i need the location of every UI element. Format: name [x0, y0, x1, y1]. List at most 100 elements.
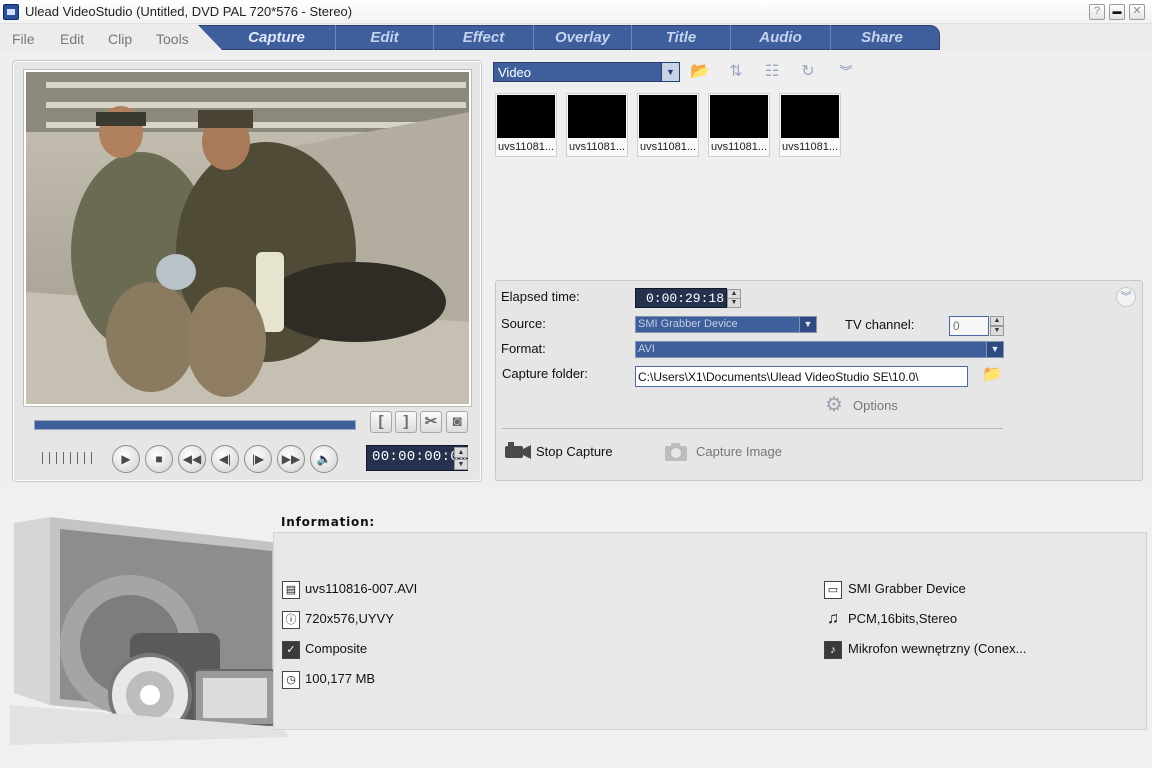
- play-icon: ▶: [121, 452, 131, 466]
- next-frame-button[interactable]: |▶: [244, 445, 272, 473]
- timecode-down[interactable]: ▼: [454, 459, 468, 470]
- capture-folder-label: Capture folder:: [502, 366, 588, 381]
- library-clip[interactable]: uvs11081...: [495, 93, 557, 157]
- timecode-up[interactable]: ▲: [454, 447, 468, 458]
- expand-icon[interactable]: ︾: [834, 61, 858, 83]
- library-manager-icon[interactable]: ☷: [760, 61, 784, 83]
- cut-button[interactable]: ✂: [420, 411, 442, 433]
- timecode-display[interactable]: 00:00:00:00: [366, 445, 468, 471]
- information-panel: [273, 532, 1147, 730]
- folder-browse-icon[interactable]: 📁: [980, 364, 1004, 386]
- library-clip[interactable]: uvs11081...: [708, 93, 770, 157]
- options-button[interactable]: Options: [853, 398, 898, 413]
- library-clip[interactable]: uvs11081...: [566, 93, 628, 157]
- volume-button[interactable]: 🔈: [310, 445, 338, 473]
- capture-image-button[interactable]: Capture Image: [696, 444, 782, 459]
- minimize-button[interactable]: ▬: [1109, 4, 1125, 20]
- tv-channel-value: 0: [953, 319, 960, 333]
- clip-label: uvs11081...: [497, 141, 555, 153]
- source-label: Source:: [501, 316, 546, 331]
- step-forward-icon: |▶: [251, 452, 265, 466]
- video-preview: [23, 69, 472, 407]
- fast-forward-icon: ▶▶: [281, 452, 301, 466]
- jog-wheel[interactable]: [42, 452, 96, 464]
- tab-overlay[interactable]: Overlay: [534, 25, 632, 50]
- tv-channel-label: TV channel:: [845, 317, 915, 332]
- end-button[interactable]: ▶▶: [277, 445, 305, 473]
- video-format: 720x576,UYVY: [305, 611, 394, 626]
- source-value: SMI Grabber Device: [638, 318, 738, 330]
- chevron-down-icon[interactable]: ▼: [986, 341, 1004, 358]
- step-back-icon: ◀|: [218, 452, 232, 466]
- clip-thumbnail: [710, 95, 768, 138]
- clip-thumbnail: [568, 95, 626, 138]
- mark-in-button[interactable]: [: [370, 411, 392, 433]
- format-dropdown[interactable]: AVI: [635, 341, 987, 358]
- rewind-icon: ◀◀: [182, 452, 202, 466]
- chevron-down-icon: ▼: [661, 63, 679, 81]
- collapse-icon[interactable]: ︾: [1116, 287, 1136, 307]
- library-clip[interactable]: uvs11081...: [637, 93, 699, 157]
- tv-channel-up[interactable]: ▲: [990, 316, 1004, 326]
- tab-title[interactable]: Title: [632, 25, 731, 50]
- library-dropdown[interactable]: Video ▼: [493, 62, 680, 82]
- device-name: SMI Grabber Device: [848, 581, 966, 596]
- tab-effect[interactable]: Effect: [434, 25, 534, 50]
- tv-channel-down[interactable]: ▼: [990, 326, 1004, 336]
- stop-capture-button[interactable]: Stop Capture: [536, 444, 613, 459]
- clip-thumbnail: [781, 95, 839, 138]
- elapsed-down[interactable]: ▼: [727, 298, 741, 308]
- format-label: Format:: [501, 341, 546, 356]
- audio-format: PCM,16bits,Stereo: [848, 611, 958, 626]
- monitor-icon: ▭: [824, 581, 842, 599]
- menu-clip[interactable]: Clip: [108, 31, 132, 47]
- film-icon: ▤: [282, 581, 300, 599]
- audio-device-icon: ♪: [824, 641, 842, 659]
- previous-frame-button[interactable]: ◀|: [211, 445, 239, 473]
- sort-icon[interactable]: ⇅: [724, 61, 748, 83]
- stop-icon: ■: [155, 452, 163, 466]
- fullscreen-icon: ◙: [452, 413, 462, 430]
- tab-edit[interactable]: Edit: [336, 25, 434, 50]
- video-info-icon: ⓘ: [282, 611, 300, 629]
- folder-open-icon[interactable]: 📂: [688, 61, 712, 83]
- stop-capture-icon[interactable]: [504, 440, 532, 464]
- menu-tools[interactable]: Tools: [156, 31, 189, 47]
- camera-icon[interactable]: [663, 440, 691, 464]
- app-icon: [3, 4, 19, 20]
- close-button[interactable]: ✕: [1129, 4, 1145, 20]
- menu-file[interactable]: File: [12, 31, 35, 47]
- elapsed-time-value: 0:00:29:18: [646, 291, 725, 306]
- tab-audio[interactable]: Audio: [731, 25, 831, 50]
- elapsed-time-display: 0:00:29:18: [635, 288, 727, 308]
- fullscreen-button[interactable]: ◙: [446, 411, 468, 433]
- play-button[interactable]: ▶: [112, 445, 140, 473]
- mark-out-button[interactable]: ]: [395, 411, 417, 433]
- window-title: Ulead VideoStudio (Untitled, DVD PAL 720…: [25, 4, 353, 19]
- clip-label: uvs11081...: [639, 141, 697, 153]
- information-header: Information:: [281, 515, 376, 529]
- help-button[interactable]: ?: [1089, 4, 1105, 20]
- scrub-bar[interactable]: [34, 420, 356, 430]
- source-dropdown[interactable]: SMI Grabber Device: [635, 316, 800, 333]
- checkmark-icon: ✓: [282, 641, 300, 659]
- library-clip[interactable]: uvs11081...: [779, 93, 841, 157]
- format-value: AVI: [638, 343, 655, 355]
- tv-channel-input[interactable]: 0: [949, 316, 989, 336]
- divider: [502, 428, 1003, 429]
- input-type: Composite: [305, 641, 368, 656]
- tab-share[interactable]: Share: [831, 25, 933, 50]
- chevron-down-icon[interactable]: ▼: [799, 316, 817, 333]
- clip-label: uvs11081...: [781, 141, 839, 153]
- tab-capture[interactable]: Capture: [218, 25, 336, 50]
- menu-edit[interactable]: Edit: [60, 31, 84, 47]
- gear-icon[interactable]: ⚙: [822, 394, 846, 416]
- speaker-icon: 🔈: [316, 452, 332, 466]
- stop-button[interactable]: ■: [145, 445, 173, 473]
- refresh-icon[interactable]: ↻: [796, 61, 820, 83]
- capture-folder-field[interactable]: C:\Users\X1\Documents\Ulead VideoStudio …: [635, 366, 968, 387]
- video-frame-image: [26, 72, 469, 404]
- scissors-icon: ✂: [424, 413, 438, 430]
- home-button[interactable]: ◀◀: [178, 445, 206, 473]
- audio-device: Mikrofon wewnętrzny (Conex...: [848, 641, 1027, 656]
